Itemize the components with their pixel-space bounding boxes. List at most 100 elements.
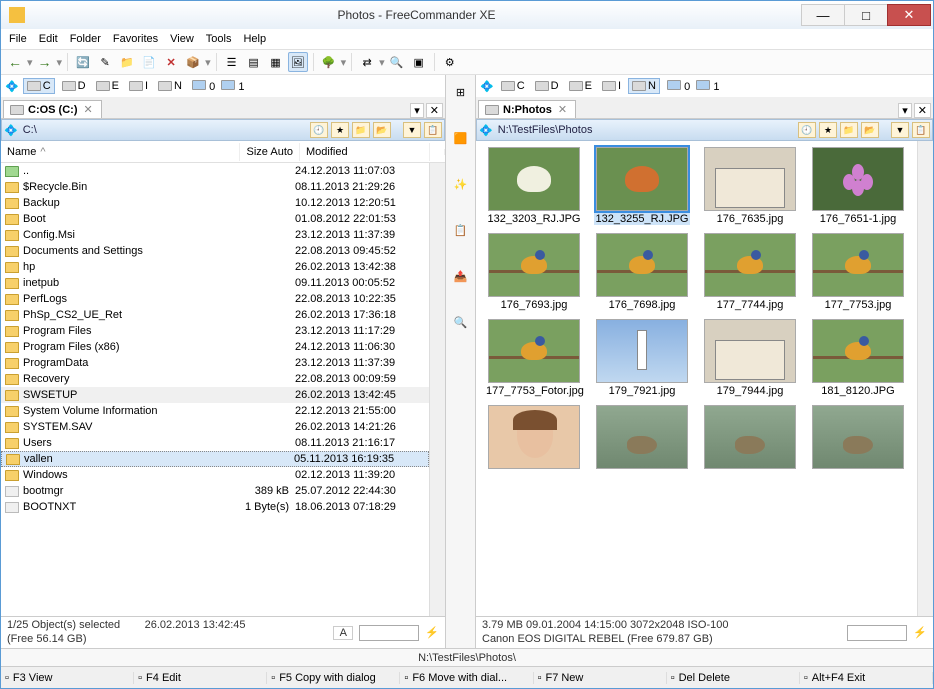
file-row[interactable]: Program Files23.12.2013 11:17:29 (1, 323, 429, 339)
thumbnail-grid[interactable]: 132_3203_RJ.JPG132_3255_RJ.JPG176_7635.j… (476, 141, 917, 616)
drive-picker-icon[interactable]: 💠 (5, 80, 19, 93)
tab-dropdown-icon[interactable]: ▾ (898, 103, 912, 118)
file-row[interactable]: BOOTNXT1 Byte(s)18.06.2013 07:18:29 (1, 499, 429, 515)
delete-icon[interactable]: ✕ (161, 52, 181, 72)
maximize-button[interactable]: □ (844, 4, 888, 26)
settings-icon[interactable]: ⚙ (440, 52, 460, 72)
thumbnail[interactable]: 179_7944.jpg (698, 319, 802, 397)
thumbnail[interactable]: 176_7698.jpg (590, 233, 694, 311)
drive-E[interactable]: E (566, 79, 595, 93)
edit-icon[interactable]: ✎ (95, 52, 115, 72)
filter-toggle-icon[interactable]: ⚡ (425, 626, 439, 639)
menu-view[interactable]: View (164, 31, 200, 47)
tab-close-icon[interactable]: ✕ (82, 103, 95, 116)
menu-tools[interactable]: Tools (200, 31, 238, 47)
file-row[interactable]: System Volume Information22.12.2013 21:5… (1, 403, 429, 419)
fnkey-alt+f4[interactable]: ▫Alt+F4 Exit (800, 672, 933, 684)
thumbnail[interactable]: 176_7635.jpg (698, 147, 802, 225)
mid-copy-icon[interactable]: 📋 (450, 219, 472, 241)
drive-E[interactable]: E (93, 79, 122, 93)
menu-favorites[interactable]: Favorites (107, 31, 164, 47)
minimize-button[interactable]: — (801, 4, 845, 26)
file-row[interactable]: PerfLogs22.08.2013 10:22:35 (1, 291, 429, 307)
drive-N[interactable]: N (155, 79, 185, 93)
filter-icon[interactable]: ▼ (403, 122, 421, 138)
file-row[interactable]: Boot01.08.2012 22:01:53 (1, 211, 429, 227)
drive-C[interactable]: C (498, 79, 528, 93)
tab-close-icon[interactable]: ✕ (556, 103, 569, 116)
drive-picker-icon[interactable]: 💠 (480, 80, 494, 93)
fnkey-del[interactable]: ▫Del Delete (667, 672, 800, 684)
thumbnail[interactable]: 181_8120.JPG (806, 319, 910, 397)
folder-icon[interactable]: 📁 (840, 122, 858, 138)
col-name[interactable]: Name (7, 146, 36, 158)
fnkey-f5[interactable]: ▫F5 Copy with dialog (267, 672, 400, 684)
command-path-bar[interactable]: N:\TestFiles\Photos\ (1, 648, 933, 666)
file-row[interactable]: Users08.11.2013 21:16:17 (1, 435, 429, 451)
file-row[interactable]: bootmgr389 kB25.07.2012 22:44:30 (1, 483, 429, 499)
drive-icon[interactable]: 💠 (4, 124, 18, 137)
thumbnail[interactable]: 177_7753.jpg (806, 233, 910, 311)
drive-I[interactable]: I (599, 79, 624, 93)
drive-C[interactable]: C (23, 78, 55, 94)
left-file-list[interactable]: ..24.12.2013 11:07:03$Recycle.Bin08.11.2… (1, 163, 429, 616)
thumbnail[interactable]: 176_7693.jpg (482, 233, 586, 311)
file-row[interactable]: Program Files (x86)24.12.2013 11:06:30 (1, 339, 429, 355)
mid-move-icon[interactable]: 📤 (450, 265, 472, 287)
search-icon[interactable]: 🔍 (387, 52, 407, 72)
tab-close-all-icon[interactable]: ✕ (914, 103, 931, 118)
copy-icon[interactable]: 📄 (139, 52, 159, 72)
thumbnail[interactable]: 177_7753_Fotor.jpg (482, 319, 586, 397)
filter-toggle-icon[interactable]: ⚡ (913, 626, 927, 639)
file-row[interactable]: Backup10.12.2013 12:20:51 (1, 195, 429, 211)
right-tab[interactable]: N:Photos ✕ (478, 100, 576, 118)
left-path[interactable]: C:\ (21, 124, 307, 136)
status-dropdown[interactable] (847, 625, 907, 641)
file-row[interactable]: Config.Msi23.12.2013 11:37:39 (1, 227, 429, 243)
file-row[interactable]: SYSTEM.SAV26.02.2013 14:21:26 (1, 419, 429, 435)
back-button[interactable]: ← (5, 52, 25, 72)
refresh-icon[interactable]: 🔄 (73, 52, 93, 72)
sync-icon[interactable]: ⇄ (357, 52, 377, 72)
thumbnail[interactable]: 132_3203_RJ.JPG (482, 147, 586, 225)
file-row[interactable]: inetpub09.11.2013 00:05:52 (1, 275, 429, 291)
file-row[interactable]: hp26.02.2013 13:42:38 (1, 259, 429, 275)
forward-button[interactable]: → (35, 52, 55, 72)
thumbnail[interactable] (806, 405, 910, 471)
pack-icon[interactable]: 📦 (183, 52, 203, 72)
menu-edit[interactable]: Edit (33, 31, 64, 47)
mid-favorites-icon[interactable]: ✨ (450, 173, 472, 195)
close-button[interactable]: ✕ (887, 4, 931, 26)
folder2-icon[interactable]: 📂 (861, 122, 879, 138)
tree-icon[interactable]: 🌳 (319, 52, 339, 72)
folder-icon[interactable]: 📁 (352, 122, 370, 138)
fnkey-f3[interactable]: ▫F3 View (1, 672, 134, 684)
drive-D[interactable]: D (59, 79, 89, 93)
file-row[interactable]: Recovery22.08.2013 00:09:59 (1, 371, 429, 387)
thumbnail[interactable]: 179_7921.jpg (590, 319, 694, 397)
left-tab[interactable]: C:OS (C:) ✕ (3, 100, 102, 118)
mid-search-icon[interactable]: 🔍 (450, 311, 472, 333)
thumbnail[interactable] (482, 405, 586, 471)
file-row[interactable]: $Recycle.Bin08.11.2013 21:29:26 (1, 179, 429, 195)
tab-close-all-icon[interactable]: ✕ (426, 103, 443, 118)
drive-D[interactable]: D (532, 79, 562, 93)
mid-swap-icon[interactable]: 🟧 (450, 127, 472, 149)
fnkey-f4[interactable]: ▫F4 Edit (134, 672, 267, 684)
drive-icon[interactable]: 💠 (479, 124, 493, 137)
menu-help[interactable]: Help (237, 31, 272, 47)
left-column-header[interactable]: Name ^ Size Auto Modified (1, 141, 445, 163)
thumbnail[interactable] (590, 405, 694, 471)
menu-folder[interactable]: Folder (64, 31, 107, 47)
file-row[interactable]: ProgramData23.12.2013 11:37:39 (1, 355, 429, 371)
file-row[interactable]: Windows02.12.2013 11:39:20 (1, 467, 429, 483)
right-path[interactable]: N:\TestFiles\Photos (496, 124, 795, 136)
status-dropdown[interactable] (359, 625, 419, 641)
thumbnail[interactable]: 132_3255_RJ.JPG (590, 147, 694, 225)
file-row[interactable]: ..24.12.2013 11:07:03 (1, 163, 429, 179)
drive-I[interactable]: I (126, 79, 151, 93)
favorite-icon[interactable]: ★ (819, 122, 837, 138)
view-thumbs-icon[interactable]: 🖼 (288, 52, 308, 72)
history-icon[interactable]: 🕘 (798, 122, 816, 138)
copy-path-icon[interactable]: 📋 (424, 122, 442, 138)
